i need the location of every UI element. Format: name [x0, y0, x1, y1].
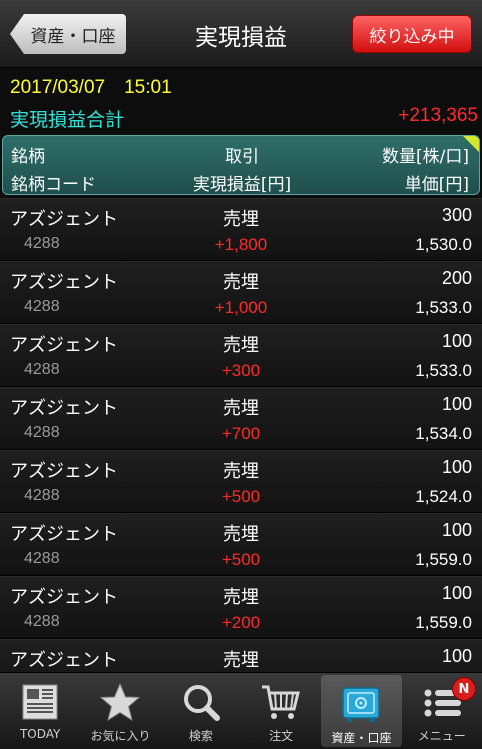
bottom-tab-bar: TODAY お気に入り 検索 注文 資産・口座 N メニュー — [0, 672, 482, 749]
row-pl: +700 — [221, 424, 261, 443]
tab-label: 検索 — [188, 729, 213, 743]
row-code: 4288 — [24, 487, 60, 504]
tab-assets[interactable]: 資産・口座 — [321, 675, 402, 747]
row-price: 1,534.0 — [415, 424, 472, 443]
row-qty: 100 — [441, 394, 472, 414]
row-code: 4288 — [24, 298, 60, 315]
table-row[interactable]: アズジェント 4288 売埋 +500 100 1,524.0 — [0, 450, 482, 513]
tab-label: お気に入り — [90, 729, 151, 743]
row-qty: 100 — [441, 331, 472, 351]
row-name: アズジェント — [10, 650, 118, 671]
cart-icon — [262, 685, 301, 719]
row-code: 4288 — [24, 424, 60, 441]
pl-list[interactable]: アズジェント 4288 売埋 +1,800 300 1,530.0 アズジェント… — [0, 198, 482, 672]
row-price: 1,530.0 — [415, 235, 472, 254]
total-value: +213,365 — [398, 105, 478, 126]
datetime: 2017/03/07 15:01 — [10, 77, 172, 98]
table-row[interactable]: アズジェント 4288 売埋 +700 100 1,534.0 — [0, 387, 482, 450]
col-qty: 数量[株/口] — [382, 147, 469, 167]
row-code: 4288 — [24, 613, 60, 630]
tab-today[interactable]: TODAY — [0, 673, 80, 749]
tab-label: 資産・口座 — [331, 731, 392, 745]
table-row[interactable]: アズジェント 4288 売埋 +300 100 1,533.0 — [0, 324, 482, 387]
table-row[interactable]: アズジェント 4288 売埋 +500 100 1,559.0 — [0, 513, 482, 576]
row-name: アズジェント — [10, 209, 118, 230]
row-code: 4288 — [24, 361, 60, 378]
row-price: 1,559.0 — [415, 550, 472, 569]
col-price: 単価[円] — [404, 175, 469, 195]
row-name: アズジェント — [10, 524, 118, 545]
row-qty: 100 — [441, 646, 472, 666]
row-price: 1,559.0 — [415, 613, 472, 632]
row-pl: +1,000 — [214, 298, 268, 317]
row-qty: 100 — [441, 457, 472, 477]
table-row[interactable]: アズジェント 4288 売埋 +1,800 300 1,530.0 — [0, 198, 482, 261]
row-pl: +1,800 — [214, 235, 268, 254]
tab-label: メニュー — [417, 729, 466, 743]
row-qty: 100 — [441, 583, 472, 603]
row-qty: 300 — [441, 205, 472, 225]
safe-icon — [342, 687, 381, 722]
table-row[interactable]: アズジェント 4288 売埋 +1,000 200 1,533.0 — [0, 261, 482, 324]
row-name: アズジェント — [10, 398, 118, 419]
row-price: 1,533.0 — [415, 361, 472, 380]
header-bar: 資産・口座 実現損益 絞り込み中 — [0, 0, 482, 68]
row-price: 1,533.0 — [415, 298, 472, 317]
row-name: アズジェント — [10, 587, 118, 608]
column-header: 銘柄 銘柄コード 取引 実現損益[円] 数量[株/口] 単価[円] — [2, 135, 480, 195]
row-price: 1,524.0 — [415, 487, 472, 506]
row-pl: +500 — [221, 550, 261, 569]
notification-badge: N — [451, 677, 476, 701]
table-row[interactable]: アズジェント 売埋 100 — [0, 639, 482, 672]
row-qty: 100 — [441, 520, 472, 540]
row-pl: +200 — [221, 613, 261, 632]
row-qty: 200 — [441, 268, 472, 288]
newspaper-icon — [22, 684, 58, 720]
tab-search[interactable]: 検索 — [161, 673, 241, 749]
total-label: 実現損益合計 — [10, 109, 125, 131]
row-code: 4288 — [24, 550, 60, 567]
filter-button[interactable]: 絞り込み中 — [352, 15, 472, 53]
row-code: 4288 — [24, 235, 60, 252]
star-icon — [100, 682, 141, 722]
table-row[interactable]: アズジェント 4288 売埋 +200 100 1,559.0 — [0, 576, 482, 639]
tab-order[interactable]: 注文 — [241, 673, 321, 749]
back-button[interactable]: 資産・口座 — [10, 14, 126, 54]
tab-menu[interactable]: N メニュー — [402, 673, 482, 749]
row-name: アズジェント — [10, 272, 118, 293]
search-icon — [183, 685, 220, 721]
tab-label: 注文 — [269, 729, 294, 743]
row-pl: +300 — [221, 361, 261, 380]
row-name: アズジェント — [10, 461, 118, 482]
row-pl: +500 — [221, 487, 261, 506]
tab-favorites[interactable]: お気に入り — [80, 673, 160, 749]
row-name: アズジェント — [10, 335, 118, 356]
tab-label: TODAY — [19, 727, 61, 741]
